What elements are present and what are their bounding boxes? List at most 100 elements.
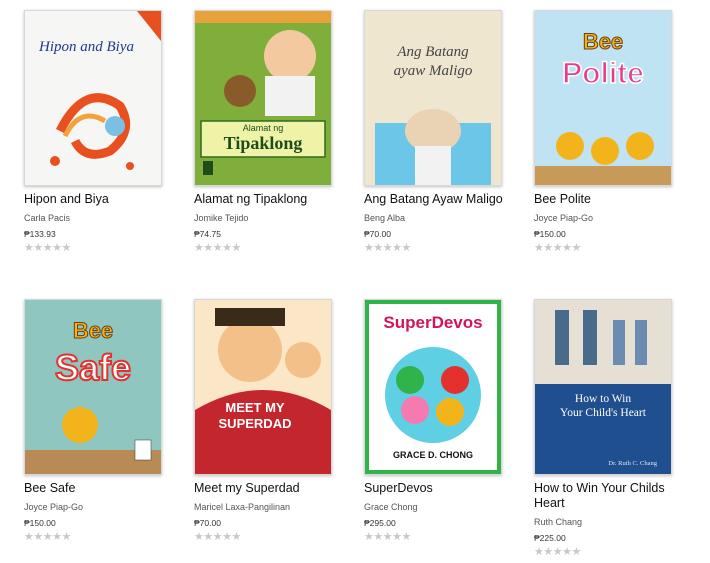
rating-stars[interactable]: ★★★★★ xyxy=(24,530,174,543)
book-author[interactable]: Joyce Piap-Go xyxy=(24,502,174,512)
book-grid: Hipon and Biya Hipon and Biya Carla Paci… xyxy=(0,0,710,563)
svg-text:MEET MY: MEET MY xyxy=(225,400,285,415)
star-icon[interactable]: ★ xyxy=(222,531,232,543)
star-icon[interactable]: ★ xyxy=(203,531,213,543)
star-icon[interactable]: ★ xyxy=(392,242,402,254)
book-title[interactable]: SuperDevos xyxy=(364,481,514,496)
star-icon[interactable]: ★ xyxy=(33,242,43,254)
star-icon[interactable]: ★ xyxy=(392,531,402,543)
cover-art: MEET MY SUPERDAD xyxy=(195,300,331,474)
star-icon[interactable]: ★ xyxy=(562,546,572,558)
star-icon[interactable]: ★ xyxy=(222,242,232,254)
star-icon[interactable]: ★ xyxy=(572,242,582,254)
book-title[interactable]: How to Win Your Childs Heart xyxy=(534,481,684,511)
rating-stars[interactable]: ★★★★★ xyxy=(194,241,344,254)
book-cover[interactable]: Alamat ng Tipaklong xyxy=(194,10,332,186)
book-title[interactable]: Bee Polite xyxy=(534,192,684,207)
star-icon[interactable]: ★ xyxy=(62,242,72,254)
star-icon[interactable]: ★ xyxy=(213,531,223,543)
star-icon[interactable]: ★ xyxy=(33,531,43,543)
book-author[interactable]: Beng Alba xyxy=(364,213,514,223)
star-icon[interactable]: ★ xyxy=(24,242,34,254)
book-cover[interactable]: Bee Polite xyxy=(534,10,672,186)
svg-text:Bee: Bee xyxy=(73,318,113,343)
star-icon[interactable]: ★ xyxy=(562,242,572,254)
book-price: ₱133.93 xyxy=(24,229,56,239)
star-icon[interactable]: ★ xyxy=(543,242,553,254)
star-icon[interactable]: ★ xyxy=(534,242,544,254)
rating-stars[interactable]: ★★★★★ xyxy=(534,545,684,558)
book-title[interactable]: Meet my Superdad xyxy=(194,481,344,496)
cover-art: Ang Batang ayaw Maligo xyxy=(365,11,501,185)
svg-text:Your Child's Heart: Your Child's Heart xyxy=(560,407,647,419)
book-cover[interactable]: How to Win Your Child's Heart Dr. Ruth C… xyxy=(534,299,672,475)
book-title[interactable]: Bee Safe xyxy=(24,481,174,496)
book-card-how-to-win-your-childs-heart[interactable]: How to Win Your Child's Heart Dr. Ruth C… xyxy=(534,299,684,558)
svg-text:SuperDevos: SuperDevos xyxy=(383,313,482,332)
book-cover[interactable]: Ang Batang ayaw Maligo xyxy=(364,10,502,186)
book-author[interactable]: Grace Chong xyxy=(364,502,514,512)
book-card-meet-my-superdad[interactable]: MEET MY SUPERDAD Meet my Superdad Marice… xyxy=(194,299,344,543)
book-price: ₱70.00 xyxy=(194,518,221,528)
svg-text:Ang Batang: Ang Batang xyxy=(396,44,469,60)
book-card-superdevos[interactable]: SuperDevos GRACE D. CHONG SuperDevos Gra… xyxy=(364,299,514,543)
cover-art: Hipon and Biya xyxy=(25,11,161,185)
star-icon[interactable]: ★ xyxy=(52,531,62,543)
book-cover[interactable]: Hipon and Biya xyxy=(24,10,162,186)
star-icon[interactable]: ★ xyxy=(43,242,53,254)
svg-text:Hipon and Biya: Hipon and Biya xyxy=(38,39,134,55)
book-cover[interactable]: SuperDevos GRACE D. CHONG xyxy=(364,299,502,475)
book-card-alamat-ng-tipaklong[interactable]: Alamat ng Tipaklong Alamat ng Tipaklong … xyxy=(194,10,344,254)
book-price: ₱295.00 xyxy=(364,518,396,528)
cover-art: SuperDevos GRACE D. CHONG xyxy=(365,300,501,474)
book-card-bee-polite[interactable]: Bee Polite Bee Polite Joyce Piap-Go ₱150… xyxy=(534,10,684,254)
star-icon[interactable]: ★ xyxy=(194,242,204,254)
book-price: ₱150.00 xyxy=(24,518,56,528)
star-icon[interactable]: ★ xyxy=(543,546,553,558)
star-icon[interactable]: ★ xyxy=(553,546,563,558)
star-icon[interactable]: ★ xyxy=(364,531,374,543)
star-icon[interactable]: ★ xyxy=(232,242,242,254)
book-cover[interactable]: Bee Safe xyxy=(24,299,162,475)
star-icon[interactable]: ★ xyxy=(232,531,242,543)
svg-text:ayaw Maligo: ayaw Maligo xyxy=(394,63,473,79)
book-cover[interactable]: MEET MY SUPERDAD xyxy=(194,299,332,475)
star-icon[interactable]: ★ xyxy=(383,531,393,543)
star-icon[interactable]: ★ xyxy=(364,242,374,254)
star-icon[interactable]: ★ xyxy=(402,242,412,254)
rating-stars[interactable]: ★★★★★ xyxy=(194,530,344,543)
star-icon[interactable]: ★ xyxy=(62,531,72,543)
cover-art: How to Win Your Child's Heart Dr. Ruth C… xyxy=(535,300,671,474)
star-icon[interactable]: ★ xyxy=(203,242,213,254)
star-icon[interactable]: ★ xyxy=(383,242,393,254)
star-icon[interactable]: ★ xyxy=(373,242,383,254)
book-title[interactable]: Hipon and Biya xyxy=(24,192,174,207)
book-card-ang-batang-ayaw-maligo[interactable]: Ang Batang ayaw Maligo Ang Batang Ayaw M… xyxy=(364,10,514,254)
book-author[interactable]: Maricel Laxa-Pangilinan xyxy=(194,502,344,512)
book-price: ₱70.00 xyxy=(364,229,391,239)
rating-stars[interactable]: ★★★★★ xyxy=(364,241,514,254)
book-title[interactable]: Ang Batang Ayaw Maligo xyxy=(364,192,514,207)
star-icon[interactable]: ★ xyxy=(373,531,383,543)
star-icon[interactable]: ★ xyxy=(402,531,412,543)
svg-text:Polite: Polite xyxy=(562,57,644,90)
book-title[interactable]: Alamat ng Tipaklong xyxy=(194,192,344,207)
rating-stars[interactable]: ★★★★★ xyxy=(24,241,174,254)
rating-stars[interactable]: ★★★★★ xyxy=(534,241,684,254)
book-author[interactable]: Carla Pacis xyxy=(24,213,174,223)
star-icon[interactable]: ★ xyxy=(534,546,544,558)
star-icon[interactable]: ★ xyxy=(572,546,582,558)
book-author[interactable]: Jomike Tejido xyxy=(194,213,344,223)
rating-stars[interactable]: ★★★★★ xyxy=(364,530,514,543)
book-author[interactable]: Joyce Piap-Go xyxy=(534,213,684,223)
book-card-hipon-and-biya[interactable]: Hipon and Biya Hipon and Biya Carla Paci… xyxy=(24,10,174,254)
star-icon[interactable]: ★ xyxy=(24,531,34,543)
star-icon[interactable]: ★ xyxy=(194,531,204,543)
star-icon[interactable]: ★ xyxy=(553,242,563,254)
star-icon[interactable]: ★ xyxy=(213,242,223,254)
book-author[interactable]: Ruth Chang xyxy=(534,517,684,527)
svg-text:Tipaklong: Tipaklong xyxy=(224,133,303,153)
book-card-bee-safe[interactable]: Bee Safe Bee Safe Joyce Piap-Go ₱150.00 … xyxy=(24,299,174,543)
star-icon[interactable]: ★ xyxy=(43,531,53,543)
star-icon[interactable]: ★ xyxy=(52,242,62,254)
